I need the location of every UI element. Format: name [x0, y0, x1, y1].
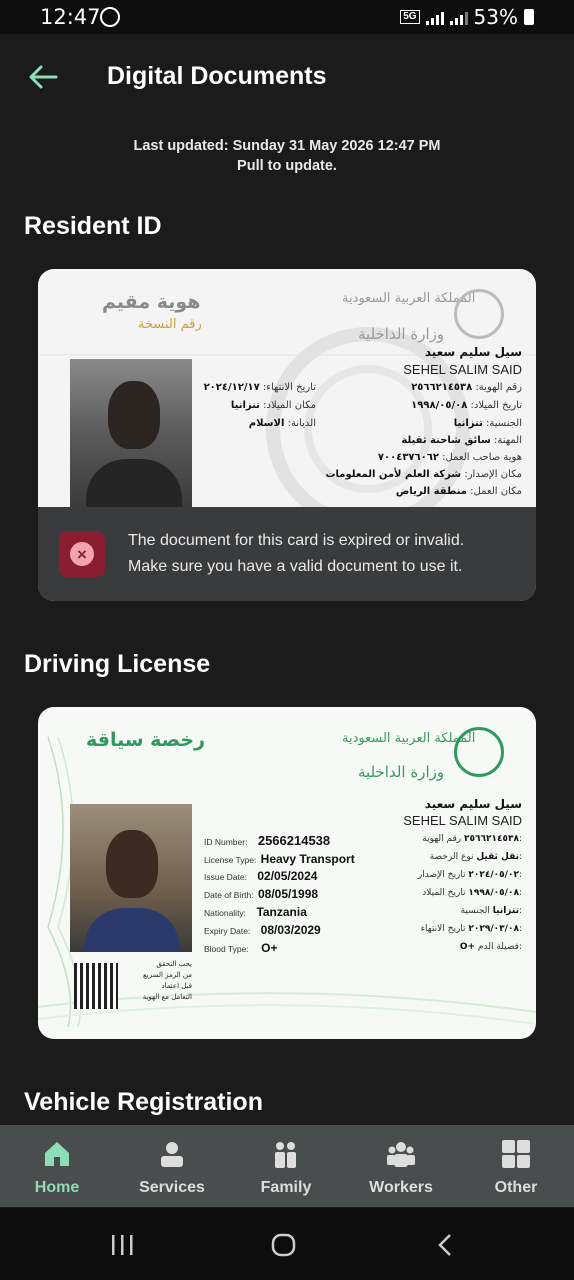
- network-badge: 5G: [400, 10, 420, 24]
- resident-field: الجنسية: تنزانيا: [453, 418, 522, 429]
- grid-icon: [502, 1140, 530, 1168]
- resident-field: مكان الإصدار: شركة العلم لأمن المعلومات: [325, 469, 523, 480]
- home-icon: [45, 1142, 69, 1166]
- license-field: تنزانيا الجنسية:: [460, 906, 522, 916]
- resident-field: مكان الميلاد: تنزانيا: [230, 400, 316, 411]
- nav-label-family: Family: [260, 1179, 312, 1196]
- signal-icon: [425, 9, 444, 25]
- nav-label-home: Home: [34, 1179, 80, 1196]
- driving-license-card[interactable]: رخصة سياقة المملكة العربية السعودية وزار…: [38, 707, 536, 1039]
- qr-code-icon: [74, 963, 118, 1009]
- license-field: Expiry Date: 08/03/2029: [204, 923, 321, 937]
- nav-label-workers: Workers: [369, 1179, 433, 1196]
- nav-item-other[interactable]: Other: [466, 1125, 566, 1207]
- nav-item-services[interactable]: Services: [122, 1125, 222, 1207]
- error-line-1: The document for this card is expired or…: [128, 532, 465, 549]
- resident-field: رقم الهوية: ٢٥٦٦٢١٤٥٣٨: [411, 382, 522, 393]
- license-field: نقل ثقيل نوع الرخصة:: [429, 852, 522, 862]
- error-line-2: Make sure you have a valid document to u…: [128, 558, 463, 575]
- resident-name-en: SEHEL SALIM SAID: [403, 362, 522, 377]
- pull-to-update-text: Pull to update.: [237, 158, 337, 174]
- resident-field: الديانة: الاسلام: [248, 418, 316, 429]
- license-field: ٢٥٦٦٢١٤٥٣٨ رقم الهوية:: [422, 834, 522, 844]
- license-field: Date of Birth: 08/05/1998: [204, 887, 319, 901]
- last-updated-info: Last updated: Sunday 31 May 2026 12:47 P…: [0, 136, 574, 176]
- license-card-title: رخصة سياقة: [86, 729, 206, 751]
- ministry-name: وزارة الداخلية: [358, 325, 445, 343]
- nav-item-family[interactable]: Family: [236, 1125, 336, 1207]
- arrow-left-icon[interactable]: [28, 64, 58, 90]
- license-field: ٢٠٢٤/٠٥/٠٢ تاريخ الإصدار:: [417, 870, 522, 880]
- nav-item-workers[interactable]: Workers: [351, 1125, 451, 1207]
- ministry-name: وزارة الداخلية: [358, 763, 445, 781]
- qr-note: يجب التحقق من الرمز السريع قبل اعتماد ال…: [142, 960, 192, 1001]
- resident-field: هوية صاحب العمل: ٧٠٠٤٣٧٦٠٦٢: [377, 452, 522, 463]
- system-nav-bar: [0, 1208, 574, 1280]
- license-name-ar: سيل سليم سعيد: [424, 797, 522, 811]
- saudi-emblem-icon: [454, 727, 504, 777]
- status-bar: 12:47 5G 53%: [0, 0, 574, 34]
- license-field: License Type: Heavy Transport: [204, 852, 355, 866]
- bottom-nav: Home Services Family Workers Other: [0, 1125, 574, 1207]
- resident-field: مكان العمل: منطقة الرياض: [395, 486, 522, 497]
- license-field: ID Number: 2566214538: [204, 833, 331, 848]
- person-icon: [161, 1142, 183, 1167]
- section-title-vehicle-registration: Vehicle Registration: [24, 1088, 263, 1116]
- license-field: ٢٠٢٩/٠٣/٠٨ تاريخ الانتهاء:: [420, 924, 522, 934]
- home-button-icon[interactable]: [271, 1233, 297, 1257]
- nav-label-services: Services: [139, 1179, 205, 1196]
- nav-label-other: Other: [494, 1179, 538, 1196]
- whatsapp-icon: [100, 7, 120, 27]
- battery-percent: 53%: [473, 5, 518, 29]
- resident-field: تاريخ الانتهاء: ٢٠٢٤/١٢/١٧: [203, 382, 316, 393]
- recent-apps-icon[interactable]: [110, 1234, 136, 1256]
- nav-item-home[interactable]: Home: [7, 1125, 107, 1207]
- resident-id-card[interactable]: هوية مقيم رقم النسخة المملكة العربية الس…: [38, 269, 536, 601]
- family-icon: [275, 1142, 296, 1168]
- license-photo: [70, 804, 192, 952]
- resident-field: تاريخ الميلاد: ١٩٩٨/٠٥/٠٨: [411, 400, 522, 411]
- battery-icon: [524, 9, 534, 25]
- license-name-en: SEHEL SALIM SAID: [403, 813, 522, 828]
- saudi-emblem-icon: [454, 289, 504, 339]
- back-button-icon[interactable]: [436, 1233, 454, 1257]
- section-title-resident-id: Resident ID: [24, 212, 162, 240]
- workers-icon: [387, 1142, 415, 1167]
- resident-name-ar: سيل سليم سعيد: [424, 345, 522, 359]
- page-title: Digital Documents: [107, 62, 327, 90]
- license-field: Blood Type: O+: [204, 941, 278, 955]
- license-field: Issue Date: 02/05/2024: [204, 869, 318, 883]
- last-updated-text: Last updated: Sunday 31 May 2026 12:47 P…: [133, 138, 441, 154]
- license-field: Nationality: Tanzania: [204, 905, 307, 919]
- section-title-driving-license: Driving License: [24, 650, 211, 678]
- resident-field: المهنة: سائق شاحنة ثقيلة: [401, 435, 522, 446]
- resident-photo: [70, 359, 192, 509]
- error-message: The document for this card is expired or…: [128, 528, 464, 580]
- error-overlay: × The document for this card is expired …: [38, 507, 536, 601]
- license-field: ١٩٩٨/٠٥/٠٨ تاريخ الميلاد:: [422, 888, 522, 898]
- license-field: O+ فصيلة الدم:: [459, 942, 522, 952]
- resident-card-subtitle: رقم النسخة: [138, 317, 202, 332]
- resident-card-title: هوية مقيم: [102, 291, 201, 313]
- app-header: Digital Documents: [0, 34, 574, 124]
- signal-icon: [449, 9, 468, 25]
- status-time: 12:47: [40, 5, 101, 29]
- error-x-icon: ×: [59, 531, 105, 577]
